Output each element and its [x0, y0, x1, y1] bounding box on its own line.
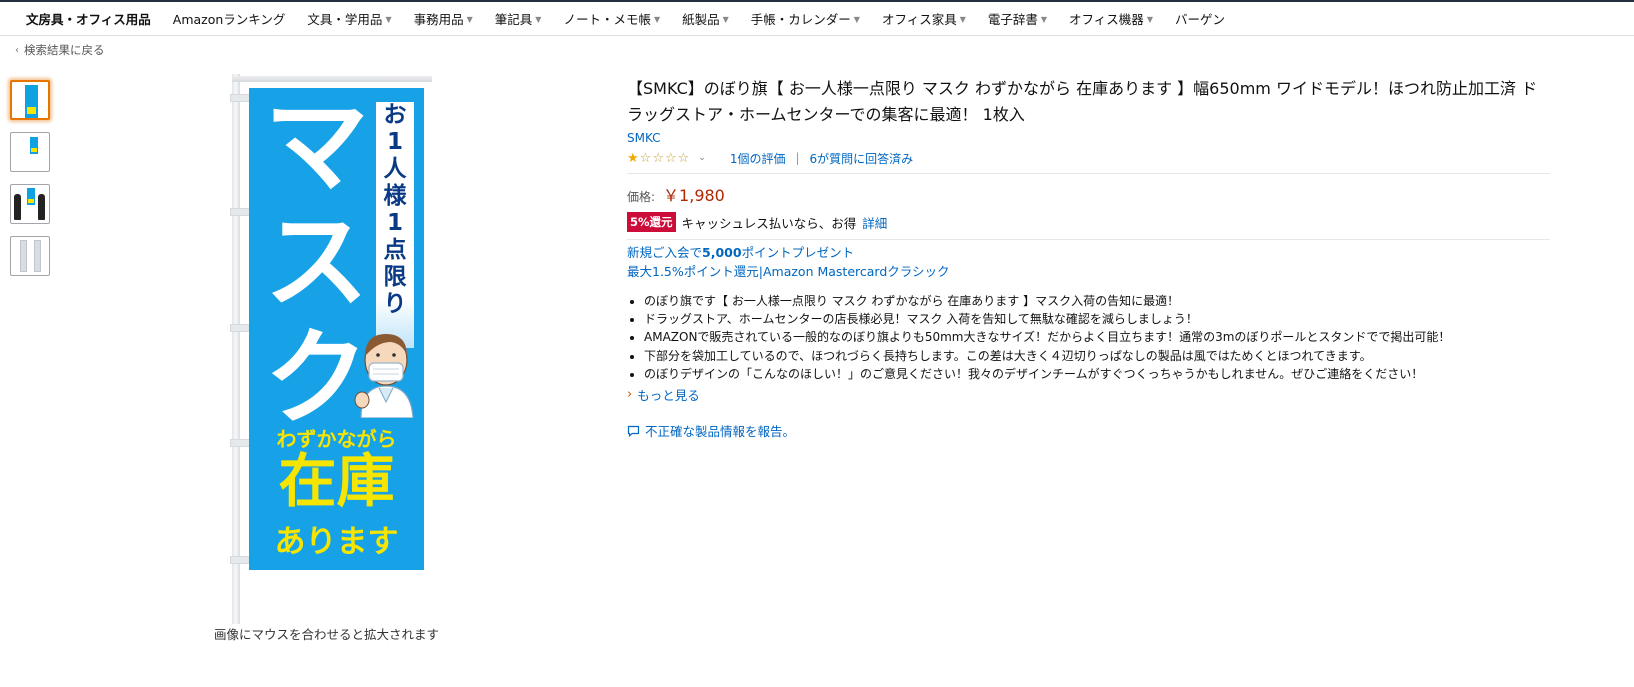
- divider: [627, 173, 1550, 174]
- chevron-down-icon: ▼: [1146, 15, 1153, 24]
- see-more-link[interactable]: › もっと見る: [627, 385, 1552, 404]
- product-title: 【SMKC】のぼり旗【 お一人様一点限り マスク わずかながら 在庫あります 】…: [627, 79, 1538, 124]
- chevron-right-icon: ›: [627, 387, 633, 403]
- pole-image: [34, 240, 41, 272]
- flag-pole: [232, 74, 240, 624]
- flag-thumbnail-image: [27, 188, 35, 205]
- list-item: のぼりデザインの「こんなのほしい！」のご意見ください！我々のデザインチームがすぐ…: [644, 365, 1552, 383]
- nav-item-stationery-office[interactable]: 文房具・オフィス用品: [26, 9, 151, 28]
- category-nav: 文房具・オフィス用品 Amazonランキング 文具・学用品 ▼ 事務用品 ▼ 筆記具…: [0, 2, 1634, 36]
- cashless-promo: 5%還元 キャッシュレス払いなら、お得 詳細: [627, 212, 1552, 232]
- nav-item-paper[interactable]: 紙製品 ▼: [682, 9, 729, 28]
- list-item: のぼり旗です【 お一人様一点限り マスク わずかながら 在庫あります 】マスク入…: [644, 292, 1552, 310]
- star-empty-icon: ☆: [652, 150, 664, 166]
- person-silhouette-icon: [38, 194, 45, 220]
- back-to-results-link[interactable]: ‹ 検索結果に戻る: [15, 42, 105, 58]
- list-item: AMAZONで販売されている一般的なのぼり旗よりも50mm大きなサイズ！だからよ…: [644, 328, 1552, 346]
- nav-item-office-supplies[interactable]: 事務用品 ▼: [414, 9, 473, 28]
- nav-item-planners[interactable]: 手帳・カレンダー ▼: [751, 9, 860, 28]
- mastercard-points-link[interactable]: 最大1.5%ポイント還元|Amazon Mastercardクラシック: [627, 262, 1552, 281]
- separator: |: [795, 151, 800, 165]
- list-item: ドラッグストア、ホームセンターの店長様必見！マスク 入荷を告知して無駄な確認を減…: [644, 310, 1552, 328]
- chevron-down-icon: ▼: [653, 15, 661, 24]
- star-empty-icon: ☆: [664, 150, 677, 166]
- nav-item-ranking[interactable]: Amazonランキング: [173, 9, 286, 28]
- flag-thumbnail-image: [30, 137, 38, 154]
- pole-image: [20, 240, 27, 272]
- brand-link[interactable]: SMKC: [627, 131, 1552, 145]
- nav-item-notebooks[interactable]: ノート・メモ帳 ▼: [563, 9, 660, 28]
- image-zoom-hint: 画像にマウスを合わせると拡大されます: [214, 627, 440, 642]
- price-label: 価格:: [627, 190, 656, 204]
- divider: [627, 239, 1550, 240]
- flag-line-2: 在庫: [278, 447, 395, 515]
- list-item: 下部分を袋加工しているので、ほつれづらく長持ちします。この差は大きく４辺切りっぱ…: [644, 347, 1552, 365]
- chevron-down-icon: ▼: [959, 15, 966, 24]
- main-product-image[interactable]: お1人様1点限り マスク わずかながら 在庫 あります: [226, 74, 436, 629]
- chevron-left-icon: ‹: [15, 44, 19, 56]
- points-offers: 新規ご入会で5,000ポイントプレゼント 最大1.5%ポイント還元|Amazon…: [627, 243, 1552, 281]
- chevron-down-icon: ▼: [722, 15, 729, 24]
- flag-banner: お1人様1点限り マスク わずかながら 在庫 あります: [249, 88, 424, 570]
- thumbnail-4[interactable]: [10, 236, 50, 276]
- answered-questions-link[interactable]: 6が質問に回答済み: [810, 150, 914, 167]
- rating-count-link[interactable]: 1個の評価: [730, 150, 786, 167]
- promo-badge: 5%還元: [627, 212, 676, 232]
- chevron-down-icon: ▼: [853, 15, 860, 24]
- nav-item-office-furniture[interactable]: オフィス家具 ▼: [882, 9, 966, 28]
- nav-item-writing-tools[interactable]: 筆記具 ▼: [495, 9, 542, 28]
- price-row: 価格: ￥1,980: [627, 182, 1552, 206]
- new-member-points-link[interactable]: 新規ご入会で5,000ポイントプレゼント: [627, 243, 1552, 262]
- chevron-down-icon: ▼: [385, 15, 392, 24]
- flag-pole-top: [232, 76, 432, 82]
- star-filled-icon: ★: [627, 150, 639, 166]
- promo-details-link[interactable]: 詳細: [862, 213, 887, 232]
- chevron-down-icon: ▼: [535, 15, 542, 24]
- chevron-down-icon[interactable]: ⌄: [698, 153, 706, 163]
- promo-text: キャッシュレス払いなら、お得: [681, 215, 857, 231]
- feature-bullets: のぼり旗です【 お一人様一点限り マスク わずかながら 在庫あります 】マスク入…: [627, 292, 1552, 383]
- person-silhouette-icon: [14, 194, 21, 220]
- thumbnail-1[interactable]: [10, 80, 50, 120]
- thumbnail-list: [10, 80, 52, 288]
- thumbnail-3[interactable]: [10, 184, 50, 224]
- price-value: ￥1,980: [663, 186, 725, 205]
- report-incorrect-info-link[interactable]: 不正確な製品情報を報告。: [627, 421, 1552, 440]
- doctor-illustration-icon: [354, 334, 414, 418]
- nav-item-bargain[interactable]: バーゲン: [1175, 9, 1225, 28]
- flag-thumbnail-image: [25, 85, 38, 118]
- thumbnail-2[interactable]: [10, 132, 50, 172]
- rating-row: ★ ☆ ☆ ☆ ☆ ⌄ 1個の評価 | 6が質問に回答済み: [627, 149, 1552, 167]
- product-info: 【SMKC】のぼり旗【 お一人様一点限り マスク わずかながら 在庫あります 】…: [627, 76, 1552, 440]
- chevron-down-icon: ▼: [466, 15, 473, 24]
- speech-bubble-icon: [627, 425, 640, 437]
- nav-item-e-dictionary[interactable]: 電子辞書 ▼: [988, 9, 1047, 28]
- flag-line-3: あります: [274, 524, 399, 560]
- nav-item-office-equipment[interactable]: オフィス機器 ▼: [1069, 9, 1153, 28]
- star-rating[interactable]: ★ ☆ ☆ ☆ ☆: [627, 151, 690, 166]
- nav-item-school-supplies[interactable]: 文具・学用品 ▼: [307, 9, 391, 28]
- chevron-down-icon: ▼: [1040, 15, 1048, 24]
- flag-sub-text: お1人様1点限り: [383, 102, 407, 317]
- star-empty-icon: ☆: [677, 150, 690, 166]
- star-empty-icon: ☆: [639, 150, 652, 166]
